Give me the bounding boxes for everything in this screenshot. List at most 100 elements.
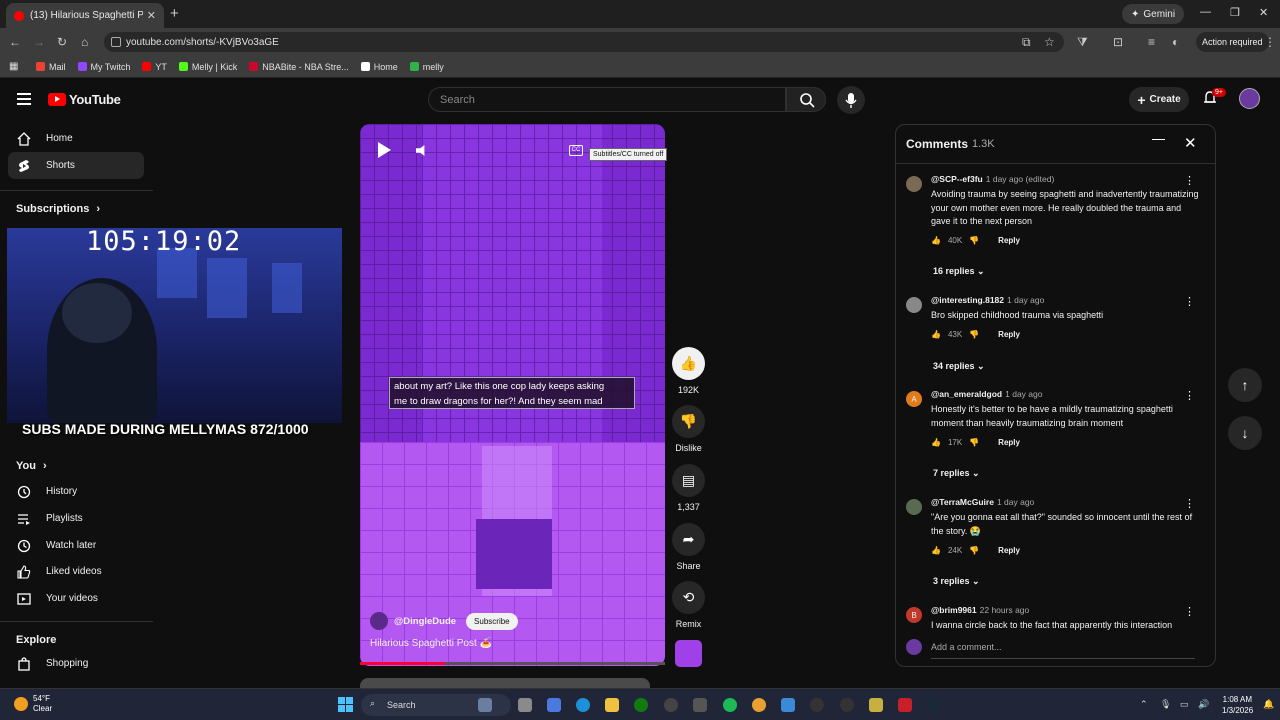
commenter-avatar[interactable] <box>906 297 922 313</box>
dislike-icon[interactable]: 👎 <box>969 236 979 245</box>
view-replies-button[interactable]: 34 replies ⌄ <box>933 361 985 372</box>
bookmark-nbabite[interactable]: NBABite - NBA Stre... <box>249 62 349 72</box>
reading-list-icon[interactable]: ≡ <box>1148 35 1155 49</box>
sidebar-item-liked-videos[interactable]: Liked videos <box>8 558 144 585</box>
sidebar-item-history[interactable]: History <box>8 478 144 505</box>
commenter-avatar[interactable]: B <box>906 607 922 623</box>
steam-icon[interactable] <box>927 698 941 712</box>
forward-icon[interactable]: → <box>33 35 45 49</box>
window-close-icon[interactable]: ✕ <box>1259 6 1268 19</box>
like-icon[interactable]: 👍 <box>931 236 941 245</box>
edge-icon[interactable] <box>576 698 590 712</box>
channel-avatar[interactable] <box>370 612 388 630</box>
sidebar-item-playlists[interactable]: Playlists <box>8 505 144 532</box>
xbox-icon[interactable] <box>634 698 648 712</box>
dislike-button[interactable]: 👎 Dislike <box>672 405 705 453</box>
bookmark-star-icon[interactable]: ☆ <box>1044 35 1055 49</box>
commenter-avatar[interactable]: A <box>906 391 922 407</box>
task-view-icon[interactable] <box>518 698 532 712</box>
sound-thumbnail[interactable] <box>675 640 702 667</box>
close-comments-icon[interactable]: ✕ <box>1184 134 1197 152</box>
search-input[interactable]: Search <box>428 87 786 112</box>
view-replies-button[interactable]: 7 replies ⌄ <box>933 468 980 479</box>
view-replies-button[interactable]: 16 replies ⌄ <box>933 266 985 277</box>
sidebar-item-watch-later[interactable]: Watch later <box>8 532 144 559</box>
sidebar-item-shopping[interactable]: Shopping <box>8 650 144 677</box>
create-button[interactable]: + Create <box>1129 87 1189 112</box>
browser-menu-icon[interactable]: ⋮ <box>1264 35 1276 49</box>
back-icon[interactable]: ← <box>9 35 21 49</box>
extensions-icon[interactable]: ⧩ <box>1077 35 1088 50</box>
view-replies-button[interactable]: 3 replies ⌄ <box>933 576 980 587</box>
weather-widget[interactable]: 54°F Clear <box>14 694 52 714</box>
dislike-icon[interactable]: 👎 <box>969 438 979 447</box>
microphone-icon[interactable]: 🎙 <box>1160 699 1171 710</box>
sidebar-item-home[interactable]: Home <box>8 125 144 152</box>
previous-short-button[interactable]: ↑ <box>1228 368 1262 402</box>
search-button[interactable] <box>786 87 826 112</box>
comment-author[interactable]: @interesting.8182 1 day ago <box>931 295 1044 305</box>
reply-button[interactable]: Reply <box>998 330 1020 339</box>
start-button[interactable] <box>338 697 353 712</box>
action-required-button[interactable]: Action required <box>1196 32 1269 52</box>
chrome-icon[interactable] <box>752 698 766 712</box>
like-button[interactable]: 👍 192K <box>672 347 705 395</box>
media-icon[interactable] <box>810 698 824 712</box>
video-progress-bar[interactable] <box>360 662 665 665</box>
like-icon[interactable]: 👍 <box>931 330 941 339</box>
bookmark-mail[interactable]: Mail <box>36 62 66 72</box>
play-icon[interactable] <box>378 142 391 158</box>
home-icon[interactable]: ⌂ <box>81 35 88 49</box>
youtube-logo[interactable]: YouTube <box>48 92 121 107</box>
share-button[interactable]: ➦ Share <box>672 523 705 571</box>
notification-bell-icon[interactable]: 🔔 <box>1263 699 1274 710</box>
subscribe-button[interactable]: Subscribe <box>466 612 518 630</box>
comment-author[interactable]: @brim9961 22 hours ago <box>931 605 1029 615</box>
close-tab-icon[interactable]: ✕ <box>147 9 156 22</box>
comment-menu-icon[interactable]: ⋮ <box>1184 295 1195 308</box>
comments-button[interactable]: ▤ 1,337 <box>672 464 705 512</box>
apps-grid-icon[interactable]: ▦ <box>9 61 18 72</box>
speaker-icon[interactable]: 🔊 <box>1198 699 1209 710</box>
captions-icon[interactable]: CC <box>569 145 583 156</box>
profile-icon[interactable]: ◐ <box>1172 35 1179 49</box>
copilot-app-icon[interactable] <box>478 698 492 712</box>
channel-name[interactable]: @DingleDude <box>394 616 456 627</box>
minimize-icon[interactable]: — <box>1200 6 1211 18</box>
sidebar-item-shorts[interactable]: Shorts <box>8 152 144 179</box>
gemini-button[interactable]: ✦ Gemini <box>1122 4 1185 24</box>
site-info-icon[interactable] <box>111 37 121 47</box>
dislike-icon[interactable]: 👎 <box>969 546 979 555</box>
bookmark-x-home[interactable]: Home <box>360 62 398 72</box>
tray-overflow-icon[interactable]: ⌃ <box>1140 699 1148 710</box>
subscriptions-heading[interactable]: Subscriptions › <box>16 203 100 215</box>
app-icon[interactable] <box>840 698 854 712</box>
bookmark-melly[interactable]: melly <box>409 62 444 72</box>
browser-tab[interactable]: (13) Hilarious Spaghetti Post 🍝 ✕ <box>6 3 164 28</box>
reply-button[interactable]: Reply <box>998 236 1020 245</box>
system-clock[interactable]: 1:08 AM 1/3/2026 <box>1222 694 1253 716</box>
menu-hamburger-icon[interactable] <box>17 93 31 105</box>
app-icon[interactable] <box>898 698 912 712</box>
tab-search-icon[interactable]: ⊡ <box>1113 35 1123 49</box>
comment-author[interactable]: @SCP--ef3fu 1 day ago (edited) <box>931 174 1054 184</box>
voice-search-button[interactable] <box>837 86 865 114</box>
new-tab-icon[interactable]: + <box>170 5 179 22</box>
url-field[interactable]: youtube.com/shorts/-KVjBVo3aGE <box>104 32 1064 52</box>
next-short-button[interactable]: ↓ <box>1228 416 1262 450</box>
like-icon[interactable]: 👍 <box>931 546 941 555</box>
app-icon[interactable] <box>869 698 883 712</box>
maximize-icon[interactable]: ❐ <box>1230 6 1240 19</box>
app-icon[interactable] <box>547 698 561 712</box>
comment-menu-icon[interactable]: ⋮ <box>1184 174 1195 187</box>
you-heading[interactable]: You › <box>16 460 47 472</box>
reply-button[interactable]: Reply <box>998 546 1020 555</box>
reply-button[interactable]: Reply <box>998 438 1020 447</box>
short-title[interactable]: Hilarious Spaghetti Post 🍝 <box>370 638 492 649</box>
obs-icon[interactable] <box>664 698 678 712</box>
add-comment-input[interactable]: Add a comment... <box>931 642 1002 652</box>
comment-menu-icon[interactable]: ⋮ <box>1184 497 1195 510</box>
reload-icon[interactable]: ↻ <box>57 35 67 49</box>
cast-icon[interactable]: ⧉ <box>1022 35 1031 50</box>
spotify-icon[interactable] <box>723 698 737 712</box>
